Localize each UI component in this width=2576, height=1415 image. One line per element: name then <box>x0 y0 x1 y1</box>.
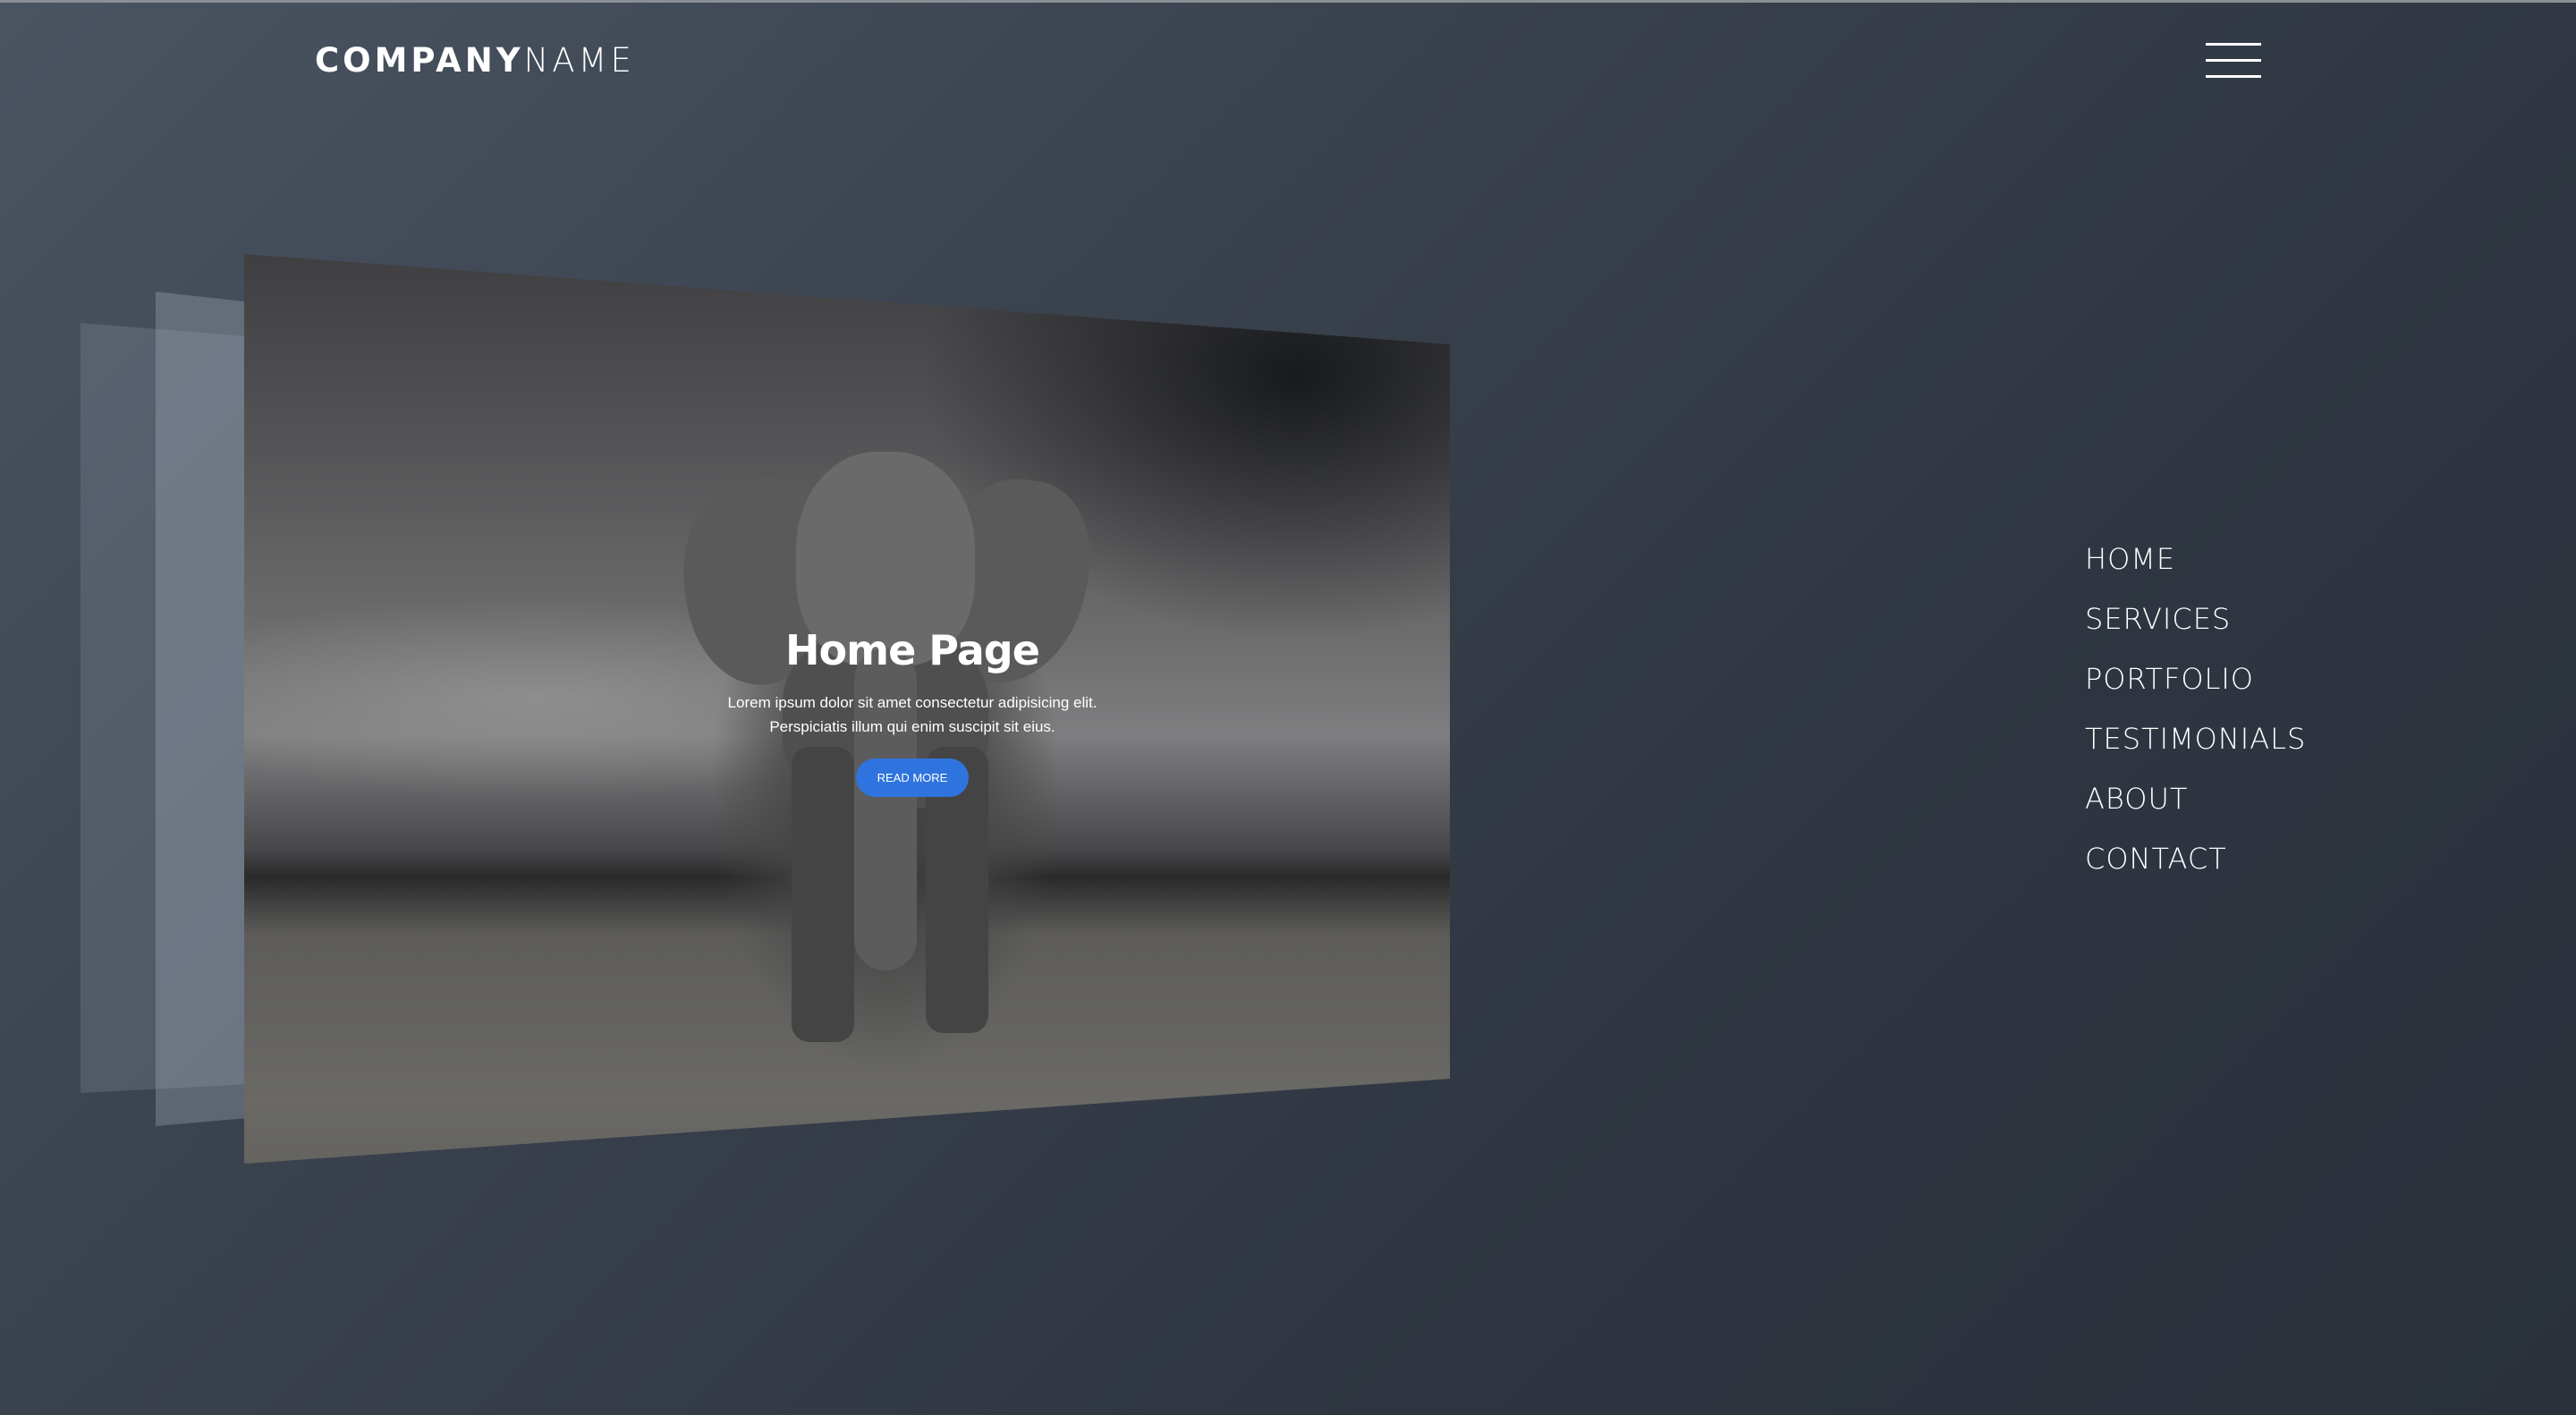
nav-item-testimonials[interactable]: TESTIMONIALS <box>2085 719 2306 779</box>
nav-item-home[interactable]: HOME <box>2085 539 2306 599</box>
company-logo[interactable]: COMPANYNAME <box>315 41 635 80</box>
nav-item-about[interactable]: ABOUT <box>2085 779 2306 839</box>
hamburger-line <box>2206 59 2261 62</box>
hero-description-line-2: Perspiciatis illum qui enim suscipit sit… <box>769 718 1055 735</box>
hamburger-line <box>2206 75 2261 78</box>
logo-bold-text: COMPANY <box>315 41 524 80</box>
nav-item-services[interactable]: SERVICES <box>2085 599 2306 659</box>
main-navigation: HOME SERVICES PORTFOLIO TESTIMONIALS ABO… <box>2085 539 2306 899</box>
read-more-button[interactable]: READ MORE <box>855 758 970 797</box>
hamburger-menu-icon[interactable] <box>2206 43 2261 79</box>
nav-item-portfolio[interactable]: PORTFOLIO <box>2085 659 2306 719</box>
hero-description-line-1: Lorem ipsum dolor sit amet consectetur a… <box>727 694 1097 711</box>
hero-content: Home Page Lorem ipsum dolor sit amet con… <box>680 626 1145 797</box>
logo-light-text: NAME <box>523 41 635 80</box>
hero-title: Home Page <box>785 626 1040 674</box>
nav-item-contact[interactable]: CONTACT <box>2085 839 2306 899</box>
top-border <box>0 0 2576 3</box>
hamburger-line <box>2206 43 2261 46</box>
hero-description: Lorem ipsum dolor sit amet consectetur a… <box>680 691 1145 739</box>
